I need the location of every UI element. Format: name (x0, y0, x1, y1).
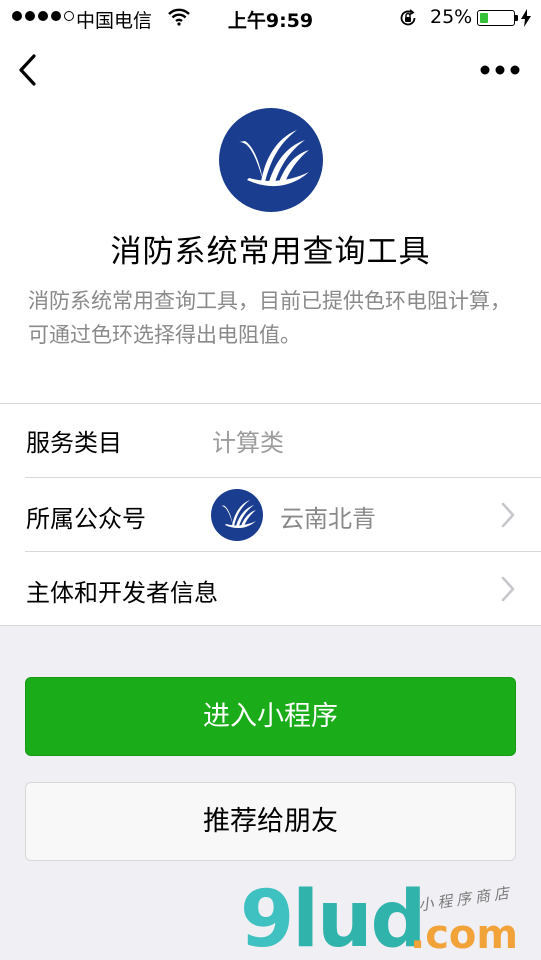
official-account-row[interactable]: 所属公众号 云南北青 (0, 478, 541, 551)
app-logo (219, 108, 323, 212)
service-category-label: 服务类目 (26, 429, 122, 457)
divider (0, 403, 541, 404)
developer-info-label: 主体和开发者信息 (26, 579, 218, 607)
watermark-tagline: 小程序商店 (417, 883, 514, 915)
more-button[interactable] (476, 55, 526, 85)
app-description: 消防系统常用查询工具，目前已提供色环电阻计算，可通过色环选择得出电阻值。 (28, 289, 511, 347)
official-account-name: 云南北青 (280, 505, 376, 533)
charging-bolt-icon (521, 9, 531, 27)
ellipsis-icon (480, 65, 520, 75)
service-category-value: 计算类 (212, 429, 284, 457)
back-button[interactable] (10, 50, 50, 90)
watermark-logo-part-b: lud (292, 875, 426, 960)
chevron-left-icon (19, 54, 36, 86)
battery-fill (480, 13, 488, 23)
enter-mini-program-button[interactable]: 进入小程序 (25, 677, 516, 756)
watermark-logo-part-a: 9 (240, 875, 294, 960)
watermark-domain: .com (410, 912, 519, 958)
battery-icon (477, 10, 518, 26)
app-title: 消防系统常用查询工具 (110, 234, 431, 270)
divider (0, 625, 541, 626)
battery-tip (515, 15, 518, 21)
rotation-lock-icon (400, 9, 416, 26)
recommend-to-friend-button[interactable]: 推荐给朋友 (25, 782, 516, 861)
battery-percent: 25% (430, 6, 473, 28)
official-account-label: 所属公众号 (26, 505, 146, 533)
watermark-logo: 9lud (240, 880, 426, 960)
account-avatar (211, 489, 263, 541)
status-bar: 中国电信 上午9:59 25% (0, 0, 541, 36)
chevron-right-icon (501, 502, 515, 528)
developer-info-row[interactable]: 主体和开发者信息 (0, 552, 541, 625)
chevron-right-icon (501, 576, 515, 602)
